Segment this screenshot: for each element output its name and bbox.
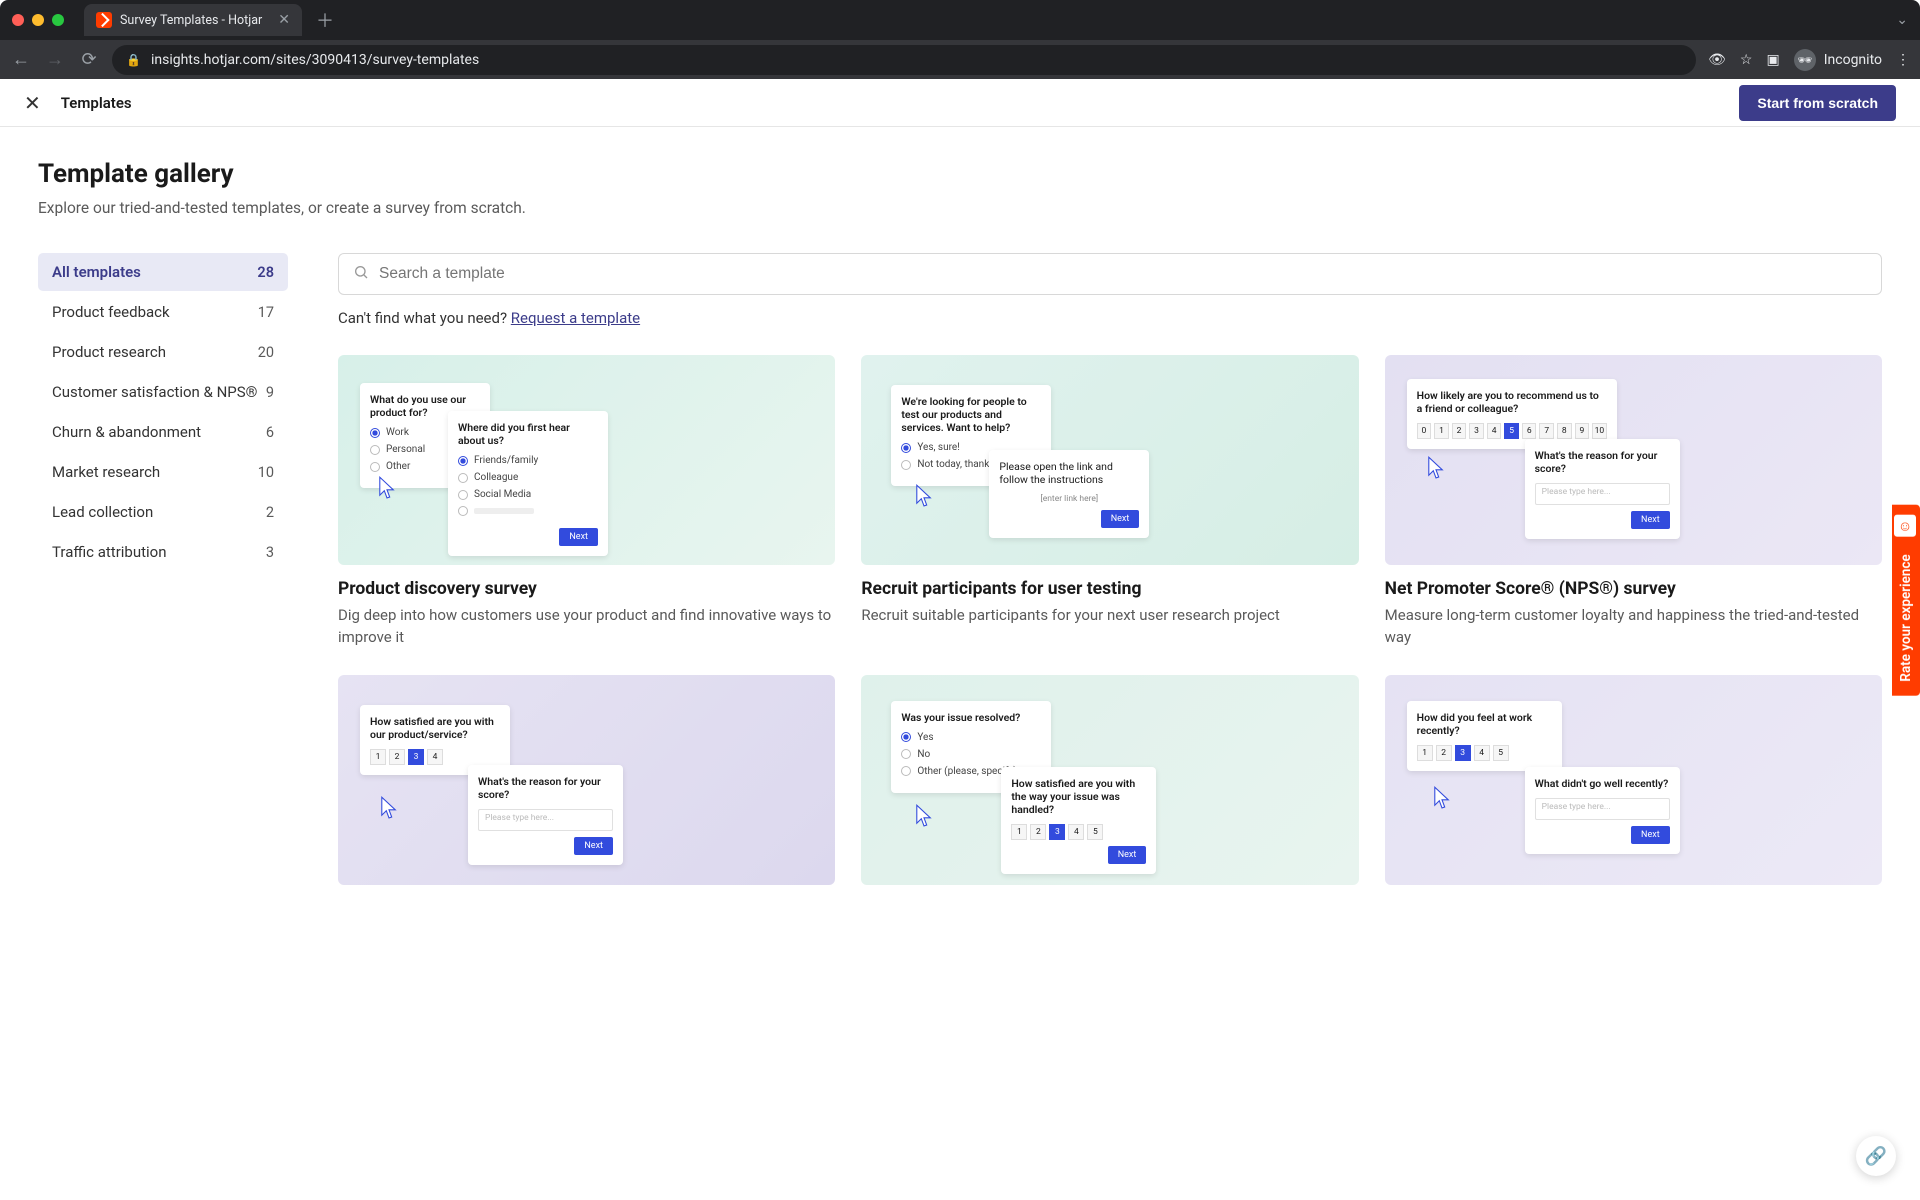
- sidebar-item-count: 28: [257, 264, 274, 281]
- close-window-icon[interactable]: [12, 14, 24, 26]
- incognito-badge[interactable]: 🕶 Incognito: [1794, 49, 1882, 71]
- lock-icon: 🔒: [126, 53, 141, 67]
- tab-overflow-icon[interactable]: ⌄: [1896, 12, 1908, 28]
- sidebar-item-label: Market research: [52, 463, 160, 481]
- sidebar-item-churn[interactable]: Churn & abandonment 6: [38, 413, 288, 451]
- sidebar-item-csat-nps[interactable]: Customer satisfaction & NPS® 9: [38, 373, 288, 411]
- sidebar-item-count: 6: [266, 424, 274, 441]
- address-bar[interactable]: 🔒 insights.hotjar.com/sites/3090413/surv…: [112, 45, 1696, 75]
- browser-toolbar: ← → ⟳ 🔒 insights.hotjar.com/sites/309041…: [0, 40, 1920, 79]
- new-tab-icon[interactable]: ＋: [316, 7, 334, 33]
- close-icon[interactable]: ✕: [24, 91, 41, 115]
- window-controls: [12, 14, 64, 26]
- link-icon: 🔗: [1865, 1146, 1887, 1167]
- card-preview: How likely are you to recommend us to a …: [1385, 355, 1882, 565]
- template-card-recruit-participants[interactable]: We're looking for people to test our pro…: [861, 355, 1358, 649]
- share-link-button[interactable]: 🔗: [1856, 1136, 1896, 1176]
- card-description: Measure long-term customer loyalty and h…: [1385, 605, 1882, 649]
- sidebar-item-label: Customer satisfaction & NPS®: [52, 383, 257, 401]
- app-header: ✕ Templates Start from scratch: [0, 79, 1920, 127]
- card-preview: What do you use our product for? Work Pe…: [338, 355, 835, 565]
- sidebar-item-market-research[interactable]: Market research 10: [38, 453, 288, 491]
- sidebar-item-count: 3: [266, 544, 274, 561]
- sidebar-item-traffic-attribution[interactable]: Traffic attribution 3: [38, 533, 288, 571]
- kebab-menu-icon[interactable]: ⋮: [1896, 52, 1910, 68]
- browser-tab[interactable]: Survey Templates - Hotjar ✕: [84, 4, 302, 36]
- template-card-csat[interactable]: How satisfied are you with our product/s…: [338, 675, 835, 885]
- sidebar-item-count: 2: [266, 504, 274, 521]
- gallery-heading: Template gallery: [38, 159, 1882, 189]
- feedback-tab[interactable]: Rate your experience ☺: [1892, 504, 1920, 695]
- sidebar-item-all-templates[interactable]: All templates 28: [38, 253, 288, 291]
- card-title: Product discovery survey: [338, 579, 835, 599]
- card-description: Recruit suitable participants for your n…: [861, 605, 1358, 627]
- template-card-nps[interactable]: How likely are you to recommend us to a …: [1385, 355, 1882, 649]
- sidebar-item-lead-collection[interactable]: Lead collection 2: [38, 493, 288, 531]
- maximize-window-icon[interactable]: [52, 14, 64, 26]
- sidebar-item-label: Churn & abandonment: [52, 423, 201, 441]
- feedback-tab-label: Rate your experience: [1898, 554, 1914, 681]
- template-card-work-feel[interactable]: How did you feel at work recently? 1 2 3…: [1385, 675, 1882, 885]
- card-title: Net Promoter Score® (NPS®) survey: [1385, 579, 1882, 599]
- reload-icon[interactable]: ⟳: [78, 49, 100, 70]
- page-title: Templates: [61, 94, 132, 112]
- sidebar-item-label: Traffic attribution: [52, 543, 167, 561]
- card-description: Dig deep into how customers use your pro…: [338, 605, 835, 649]
- minimize-window-icon[interactable]: [32, 14, 44, 26]
- tab-close-icon[interactable]: ✕: [278, 12, 290, 28]
- sidebar-item-count: 10: [258, 464, 274, 481]
- cursor-icon: [1433, 785, 1451, 811]
- card-preview: How did you feel at work recently? 1 2 3…: [1385, 675, 1882, 885]
- sidebar-item-count: 9: [266, 384, 274, 401]
- bookmark-icon[interactable]: ☆: [1740, 52, 1753, 68]
- cursor-icon: [915, 483, 933, 509]
- cursor-icon: [378, 475, 396, 501]
- card-preview: Was your issue resolved? Yes No Other (p…: [861, 675, 1358, 885]
- cursor-icon: [1427, 455, 1445, 481]
- browser-tab-strip: Survey Templates - Hotjar ✕ ＋ ⌄: [0, 0, 1920, 40]
- sidebar-item-label: Product research: [52, 343, 166, 361]
- extensions-icon[interactable]: ▣: [1766, 52, 1779, 68]
- search-input-wrap[interactable]: [338, 253, 1882, 295]
- gallery-subheading: Explore our tried-and-tested templates, …: [38, 199, 1882, 217]
- request-template-link[interactable]: Request a template: [511, 309, 640, 327]
- sidebar-item-count: 20: [258, 344, 274, 361]
- cursor-icon: [380, 795, 398, 821]
- incognito-label: Incognito: [1824, 52, 1882, 68]
- start-from-scratch-button[interactable]: Start from scratch: [1739, 85, 1896, 121]
- category-sidebar: All templates 28 Product feedback 17 Pro…: [38, 253, 288, 885]
- incognito-icon: 🕶: [1794, 49, 1816, 71]
- sidebar-item-label: Lead collection: [52, 503, 153, 521]
- tab-favicon-icon: [96, 12, 112, 28]
- sidebar-item-label: Product feedback: [52, 303, 170, 321]
- template-card-issue-resolved[interactable]: Was your issue resolved? Yes No Other (p…: [861, 675, 1358, 885]
- url-text: insights.hotjar.com/sites/3090413/survey…: [151, 52, 479, 68]
- request-template-prompt: Can't find what you need? Request a temp…: [338, 309, 1882, 327]
- card-title: Recruit participants for user testing: [861, 579, 1358, 599]
- search-input[interactable]: [379, 265, 1867, 283]
- sidebar-item-label: All templates: [52, 263, 141, 281]
- sidebar-item-count: 17: [258, 304, 274, 321]
- cursor-icon: [915, 803, 933, 829]
- sidebar-item-product-feedback[interactable]: Product feedback 17: [38, 293, 288, 331]
- sidebar-item-product-research[interactable]: Product research 20: [38, 333, 288, 371]
- template-card-product-discovery[interactable]: What do you use our product for? Work Pe…: [338, 355, 835, 649]
- tab-title: Survey Templates - Hotjar: [120, 13, 262, 28]
- forward-icon: →: [44, 49, 66, 70]
- eye-off-icon[interactable]: 👁︎: [1708, 52, 1726, 68]
- card-preview: We're looking for people to test our pro…: [861, 355, 1358, 565]
- search-icon: [353, 264, 369, 284]
- feedback-icon: ☺: [1894, 514, 1916, 536]
- back-icon[interactable]: ←: [10, 49, 32, 70]
- card-preview: How satisfied are you with our product/s…: [338, 675, 835, 885]
